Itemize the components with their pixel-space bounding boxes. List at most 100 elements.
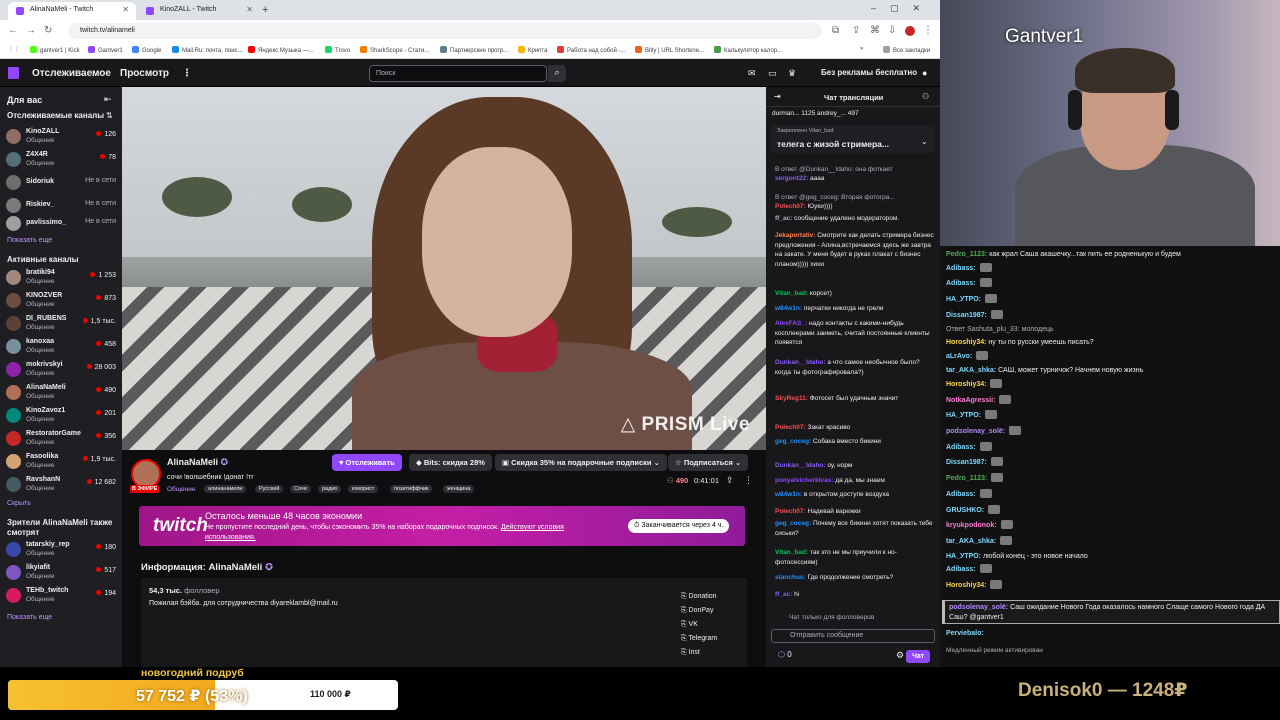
forward-icon[interactable]: → (26, 25, 36, 36)
chat-username[interactable]: Polech07: (775, 424, 806, 431)
chat-input[interactable]: Отправить сообщение (771, 629, 935, 643)
search-icon[interactable]: ⌕ (548, 65, 566, 82)
chat-username[interactable]: Jekaportativ: (775, 232, 815, 239)
chat-username[interactable]: ponyalvicherkivas: (775, 477, 834, 484)
close-tab-icon[interactable]: ✕ (122, 5, 129, 14)
chat-username[interactable]: SkyReg11: (775, 395, 808, 402)
hide-link[interactable]: Скрыть (7, 500, 31, 507)
chat-username[interactable]: geg_coceg: (775, 438, 811, 445)
downloads-icon[interactable]: ⇩ (888, 25, 896, 36)
chat-username[interactable]: AlexFAS_: (775, 320, 807, 327)
new-tab-icon[interactable]: + (262, 4, 268, 16)
chat-username[interactable]: Vitan_bad: (775, 290, 808, 297)
bookmark-item[interactable]: Gantver1 (88, 46, 123, 54)
stream-tag[interactable]: женщина (443, 485, 475, 493)
chat-username[interactable]: ff_ac: (775, 591, 792, 598)
chat-username[interactable]: w84w1n: (775, 491, 802, 498)
show-more-link[interactable]: Показать еще (7, 237, 52, 244)
stream-tag[interactable]: алинанамели (204, 485, 247, 493)
chat-username[interactable]: sergont22: (775, 175, 808, 182)
sidebar-channel[interactable]: KINOZVER Общение 873 (6, 290, 120, 313)
more-icon[interactable]: ⋮ (182, 68, 192, 79)
social-link[interactable]: ⎘ Telegram (681, 635, 717, 643)
more-options-icon[interactable]: ⋮ (744, 475, 753, 486)
sidebar-channel[interactable]: kanoxaa Общение 458 (6, 336, 120, 359)
sidebar-channel[interactable]: tatarskiy_rep Общение 180 (6, 539, 120, 562)
pinned-message[interactable]: Закреплено Vitan_bad телега с жизой стри… (771, 125, 935, 153)
translate-icon[interactable]: ⧉ (832, 25, 839, 36)
url-field[interactable]: twitch.tv/alinameli (68, 23, 822, 39)
sidebar-channel[interactable]: AlinaNaMeli Общение 490 (6, 382, 120, 405)
bookmark-item[interactable]: Крипта (518, 46, 547, 54)
sidebar-channel[interactable]: KinoZavoz1 Общение 201 (6, 405, 120, 428)
browser-tab-alinanameli[interactable]: AlinaNaMeli - Twitch ✕ (8, 2, 136, 20)
share-icon[interactable]: ⇪ (852, 25, 860, 36)
stream-category[interactable]: Общение (167, 486, 196, 493)
settings-icon[interactable]: ⚙ (896, 650, 904, 661)
bookmark-item[interactable]: Калькулятор калор... (714, 46, 782, 54)
bookmark-item[interactable]: Mail.Ru: почта, поис... (172, 46, 243, 54)
streamer-name[interactable]: AlinaNaMeli ✪ (167, 457, 228, 468)
bookmark-item[interactable]: Партнерские прогр... (440, 46, 508, 54)
collapse-sidebar-icon[interactable]: ⇤ (104, 94, 112, 105)
users-icon[interactable]: ⚇ (922, 92, 929, 101)
channel-points-icon[interactable]: ⬡ 0 (778, 650, 792, 659)
twitch-logo-icon[interactable] (8, 67, 19, 79)
social-link[interactable]: ⎘ Inst (681, 649, 700, 657)
stream-tag[interactable]: Сочи (290, 485, 311, 493)
search-input[interactable]: Поиск (369, 65, 547, 82)
user-menu-icon[interactable]: ● (922, 68, 927, 78)
sidebar-channel[interactable]: mokrivskyi Общение 28 003 (6, 359, 120, 382)
chat-send-button[interactable]: Чат (906, 650, 931, 663)
browser-tab-kinozall[interactable]: KinoZALL - Twitch ✕ (138, 2, 260, 20)
stream-tag[interactable]: позитиффчик (390, 485, 433, 493)
back-icon[interactable]: ← (8, 25, 18, 36)
sidebar-channel[interactable]: RavshanN Общение 12 682 (6, 474, 120, 497)
stream-tag[interactable]: юморист (348, 485, 379, 493)
video-player[interactable]: △ PRISM Live (122, 87, 766, 450)
sidebar-channel[interactable]: likyiafit Общение 517 (6, 562, 120, 585)
apps-icon[interactable]: ⋮⋮ (8, 46, 20, 53)
bookmarks-overflow-icon[interactable]: » (860, 46, 863, 52)
social-link[interactable]: ⎘ DonPay (681, 607, 713, 615)
chat-username[interactable]: Dunkan__Idaho: (775, 462, 826, 469)
sidebar-channel[interactable]: TEHb_twitch Общение 194 (6, 585, 120, 608)
social-link[interactable]: ⎘ VK (681, 621, 698, 629)
whispers-icon[interactable]: ▭ (768, 68, 777, 79)
share-icon[interactable]: ⇪ (726, 475, 734, 486)
sidebar-channel[interactable]: KinoZALL Общение 126 (6, 126, 120, 149)
stream-tag[interactable]: Русский (255, 485, 284, 493)
gift-leaderboard[interactable]: durman... 1125 andrey_... 497 (772, 110, 859, 117)
bits-button[interactable]: ◆ Bits: скидка 28% (409, 454, 492, 471)
profile-avatar[interactable] (905, 26, 915, 36)
subscribe-button[interactable]: ☆ Подписаться ⌄ (668, 454, 749, 471)
bookmark-item[interactable]: Trovo (325, 46, 350, 54)
bookmark-item[interactable]: Работа над собой -... (557, 46, 625, 54)
menu-icon[interactable]: ⋮ (923, 25, 933, 36)
chat-username[interactable]: w84w1n: (775, 305, 802, 312)
sidebar-channel[interactable]: DI_RUBENS Общение 1,5 тыс. (6, 313, 120, 336)
crown-icon[interactable]: ♛ (788, 68, 796, 79)
sidebar-channel[interactable]: RestoratorGame Общение 356 (6, 428, 120, 451)
collapse-chat-icon[interactable]: ⇥ (774, 92, 781, 101)
sidebar-channel[interactable]: Fasoolika Общение 1,9 тыс. (6, 451, 120, 474)
sort-icon[interactable]: ⇅ (106, 111, 113, 120)
all-bookmarks[interactable]: Все закладки (883, 46, 930, 54)
expand-icon[interactable]: ⌄ (921, 137, 928, 146)
bookmark-item[interactable]: Яндекс Музыка —... (248, 46, 314, 54)
inbox-icon[interactable]: ✉ (748, 68, 756, 79)
chat-username[interactable]: stanchus: (775, 574, 806, 581)
social-link[interactable]: ⎘ Donation (681, 593, 717, 601)
chat-username[interactable]: Dunkan__Idaho: (775, 359, 826, 366)
no-ads-button[interactable]: Без рекламы бесплатно (821, 68, 917, 77)
bookmark-item[interactable]: gantver1 | Kick (30, 46, 80, 54)
chat-username[interactable]: ff_ac: (775, 215, 792, 222)
nav-browse[interactable]: Просмотр (120, 68, 169, 79)
window-controls[interactable]: –▢✕ (871, 3, 934, 14)
follow-button[interactable]: ♥ Отслеживать (332, 454, 402, 471)
gift-subs-button[interactable]: ▣ Скидка 35% на подарочные подписки ⌄ (495, 454, 667, 471)
bookmark-item[interactable]: Bitly | URL Shortene... (635, 46, 704, 54)
extensions-icon[interactable]: ⌘ (870, 25, 880, 36)
sidebar-channel[interactable]: Z4X4R Общение 78 (6, 149, 120, 172)
bookmark-item[interactable]: SharkScope - Стати... (360, 46, 429, 54)
